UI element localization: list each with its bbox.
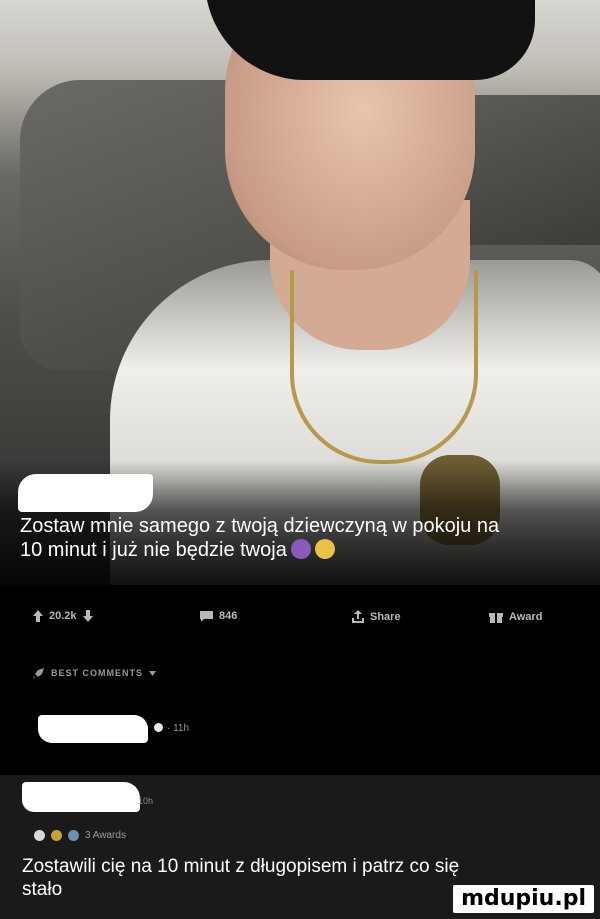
comment-sort-selector[interactable]: BEST COMMENTS	[33, 667, 157, 679]
rocket-icon	[33, 668, 44, 679]
comment-2-line-1: Zostawili cię na 10 minut z długopisem i…	[22, 856, 460, 877]
wholesome-award-icon	[68, 830, 79, 841]
upvote-arrow-icon[interactable]	[33, 610, 43, 622]
caption-line-1: Zostaw mnie samego z twoją dziewczyną w …	[20, 515, 500, 537]
comments-button[interactable]: 846	[200, 610, 237, 622]
comment-bubble-icon	[200, 610, 213, 622]
share-button[interactable]: Share	[352, 610, 401, 623]
redacted-username	[18, 474, 153, 512]
comment-1-age: 11h	[173, 723, 190, 734]
comment-count: 846	[219, 610, 238, 622]
devil-emoji-icon	[290, 539, 311, 559]
post-action-bar: 20.2k 846 Share Award	[0, 600, 600, 636]
award-button[interactable]: Award	[489, 610, 542, 623]
redacted-commenter-2	[22, 782, 140, 812]
comment-2-age: 10h	[138, 796, 154, 806]
vote-control[interactable]: 20.2k	[33, 610, 93, 622]
vote-count: 20.2k	[49, 610, 77, 622]
grimace-emoji-icon	[314, 539, 335, 559]
sort-label: BEST COMMENTS	[51, 668, 144, 678]
chevron-down-icon	[149, 670, 157, 676]
watermark: mdupiu.pl	[453, 885, 594, 913]
silver-award-icon	[34, 830, 45, 841]
award-label: Award	[509, 610, 543, 623]
share-icon	[352, 610, 364, 623]
post-caption: Zostaw mnie samego z twoją dziewczyną w …	[20, 514, 595, 562]
comment-2-awards: 3 Awards	[34, 830, 126, 841]
downvote-arrow-icon[interactable]	[82, 610, 93, 622]
user-flair-icon	[154, 723, 163, 732]
gold-chain	[290, 270, 478, 464]
caption-line-2: 10 minut i już nie będzie twoja	[20, 538, 595, 562]
award-count: 3 Awards	[85, 830, 126, 841]
gold-award-icon	[51, 830, 62, 841]
redacted-commenter-1	[38, 715, 148, 743]
comment-1-meta: · 11h	[154, 723, 189, 734]
share-label: Share	[370, 610, 401, 623]
gift-icon	[489, 613, 503, 623]
